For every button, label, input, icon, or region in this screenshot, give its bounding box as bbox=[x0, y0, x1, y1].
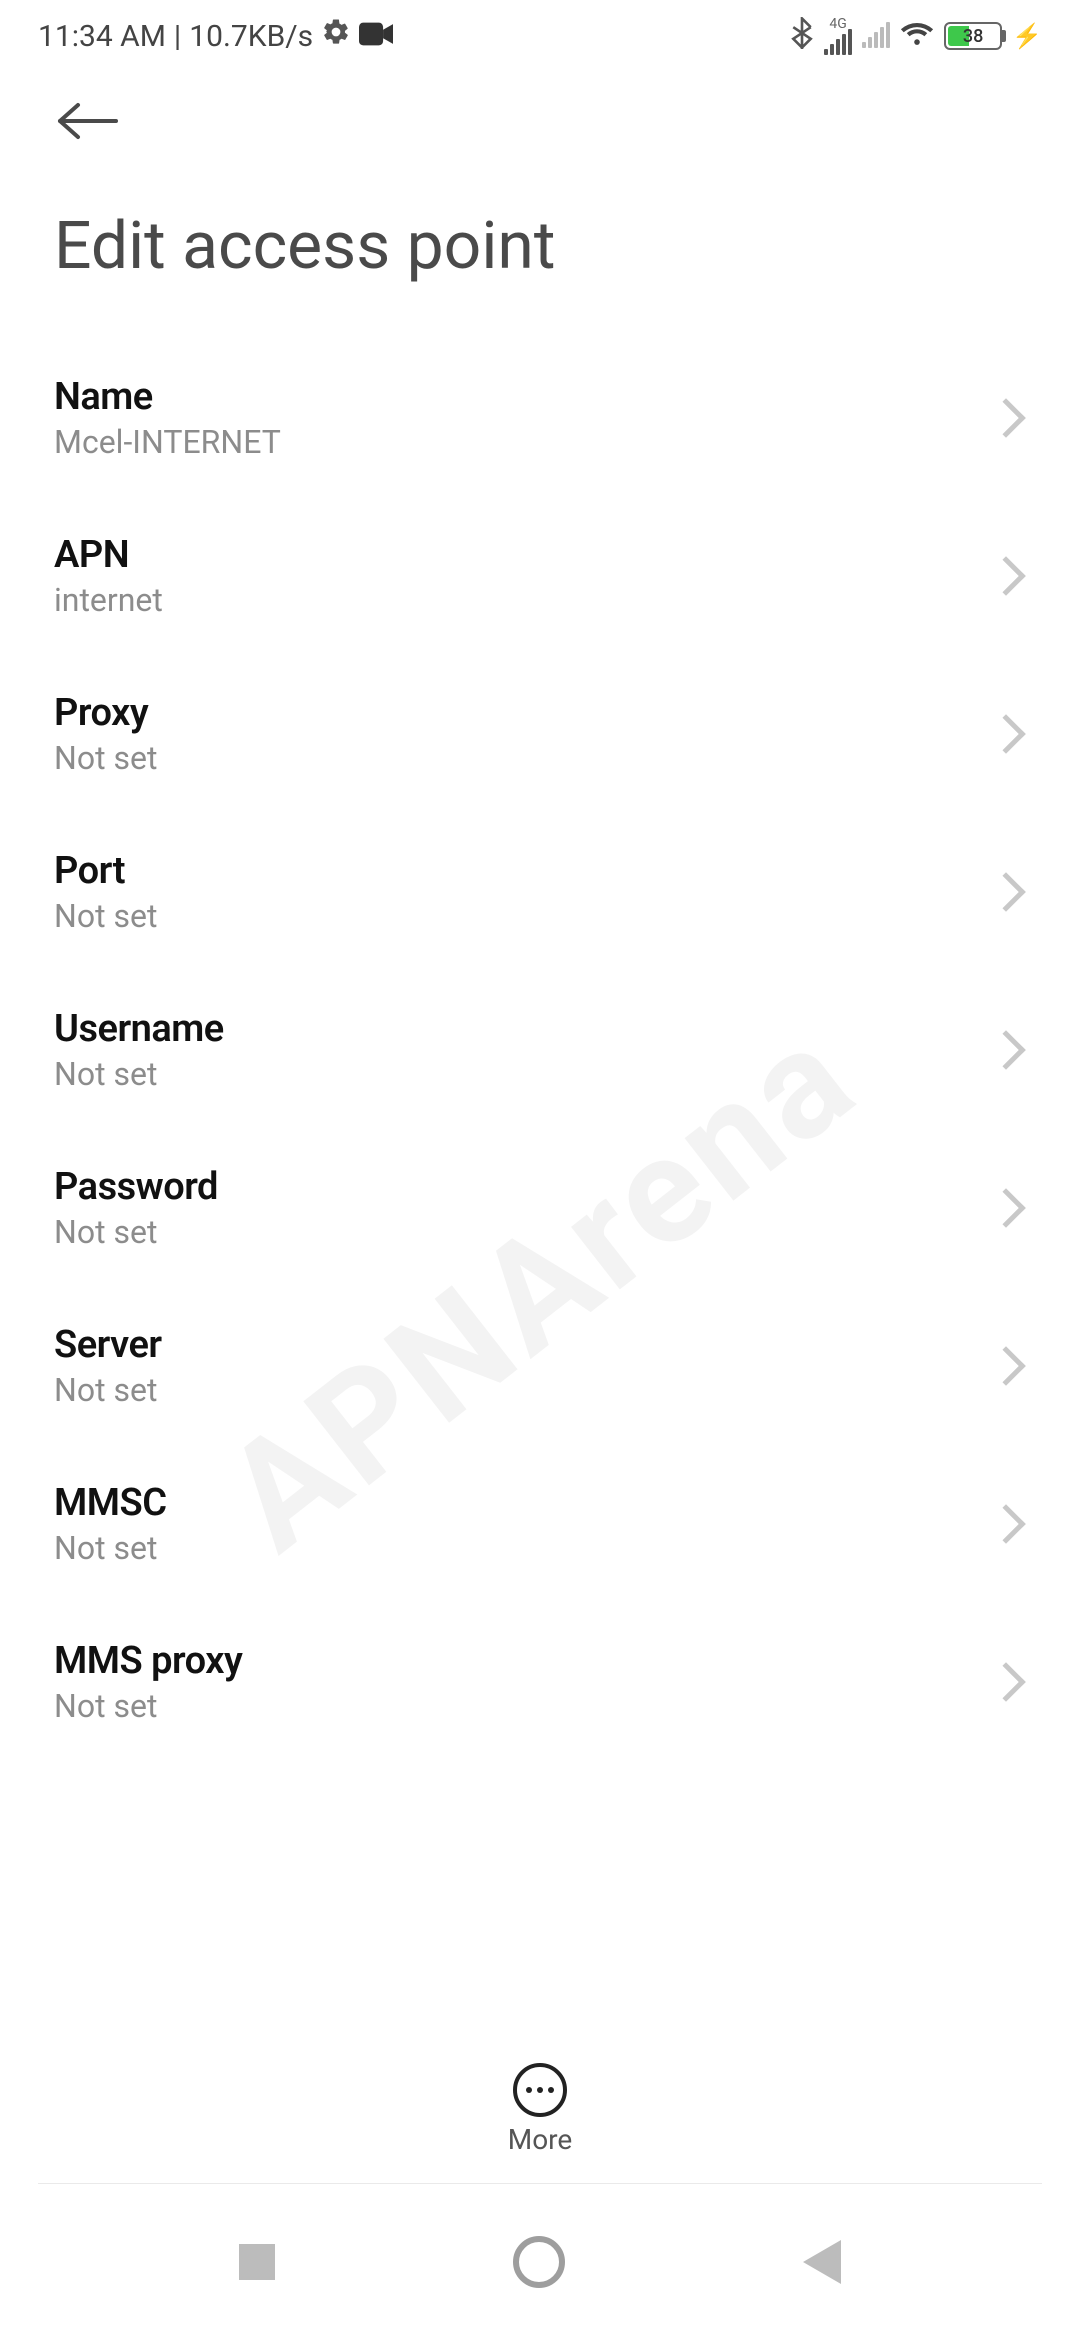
system-nav-bar bbox=[0, 2184, 1080, 2340]
camera-icon bbox=[359, 19, 393, 54]
item-username[interactable]: Username Not set bbox=[0, 971, 1080, 1129]
nav-recent-button[interactable] bbox=[239, 2244, 275, 2280]
item-value: Not set bbox=[54, 1055, 224, 1093]
item-mmsc[interactable]: MMSC Not set bbox=[0, 1445, 1080, 1603]
status-right: 4G 38 ⚡ bbox=[790, 17, 1042, 56]
settings-list: Name Mcel-INTERNET APN internet Proxy No… bbox=[0, 295, 1080, 1761]
battery-icon: 38 bbox=[944, 22, 1002, 50]
network-type-label: 4G bbox=[829, 17, 846, 31]
signal-bars-sim1-icon bbox=[824, 31, 852, 55]
item-label: MMS proxy bbox=[54, 1639, 242, 1683]
item-value: Not set bbox=[54, 1371, 162, 1409]
more-icon bbox=[513, 2063, 567, 2117]
item-name[interactable]: Name Mcel-INTERNET bbox=[0, 339, 1080, 497]
item-password[interactable]: Password Not set bbox=[0, 1129, 1080, 1287]
chevron-right-icon bbox=[986, 398, 1026, 438]
lightning-charging-icon: ⚡ bbox=[1012, 22, 1042, 50]
item-value: internet bbox=[54, 581, 163, 619]
chevron-right-icon bbox=[986, 1504, 1026, 1544]
chevron-right-icon bbox=[986, 556, 1026, 596]
nav-home-button[interactable] bbox=[513, 2236, 565, 2288]
signal-bars-sim2-icon bbox=[862, 24, 890, 48]
bluetooth-icon bbox=[790, 17, 814, 56]
back-button[interactable] bbox=[54, 82, 132, 160]
item-value: Not set bbox=[54, 739, 157, 777]
item-label: Password bbox=[54, 1165, 218, 1209]
chevron-right-icon bbox=[986, 1346, 1026, 1386]
more-button[interactable]: More bbox=[0, 2034, 1080, 2184]
item-value: Not set bbox=[54, 1687, 242, 1725]
wifi-icon bbox=[900, 19, 934, 54]
item-proxy[interactable]: Proxy Not set bbox=[0, 655, 1080, 813]
item-value: Not set bbox=[54, 897, 157, 935]
nav-back-button[interactable] bbox=[803, 2240, 841, 2284]
item-value: Not set bbox=[54, 1529, 167, 1567]
item-port[interactable]: Port Not set bbox=[0, 813, 1080, 971]
item-apn[interactable]: APN internet bbox=[0, 497, 1080, 655]
more-label: More bbox=[508, 2123, 573, 2156]
back-arrow-icon bbox=[54, 101, 124, 141]
page-title: Edit access point bbox=[0, 160, 1080, 295]
item-label: Proxy bbox=[54, 691, 157, 735]
chevron-right-icon bbox=[986, 1030, 1026, 1070]
item-label: Port bbox=[54, 849, 157, 893]
item-label: Username bbox=[54, 1007, 224, 1051]
status-data-rate: 10.7KB/s bbox=[189, 19, 313, 54]
item-server[interactable]: Server Not set bbox=[0, 1287, 1080, 1445]
chevron-right-icon bbox=[986, 872, 1026, 912]
status-bar: 11:34 AM | 10.7KB/s 4G 38 bbox=[0, 0, 1080, 72]
status-left: 11:34 AM | 10.7KB/s bbox=[38, 17, 393, 55]
battery-percent: 38 bbox=[946, 26, 1000, 47]
item-mms-proxy[interactable]: MMS proxy Not set bbox=[0, 1603, 1080, 1761]
status-time: 11:34 AM bbox=[38, 19, 166, 54]
item-label: Name bbox=[54, 375, 281, 419]
chevron-right-icon bbox=[986, 1662, 1026, 1702]
settings-gear-icon bbox=[321, 17, 351, 55]
item-label: Server bbox=[54, 1323, 162, 1367]
chevron-right-icon bbox=[986, 1188, 1026, 1228]
item-label: MMSC bbox=[54, 1481, 167, 1525]
chevron-right-icon bbox=[986, 714, 1026, 754]
item-label: APN bbox=[54, 533, 163, 577]
item-value: Not set bbox=[54, 1213, 218, 1251]
item-value: Mcel-INTERNET bbox=[54, 423, 281, 461]
